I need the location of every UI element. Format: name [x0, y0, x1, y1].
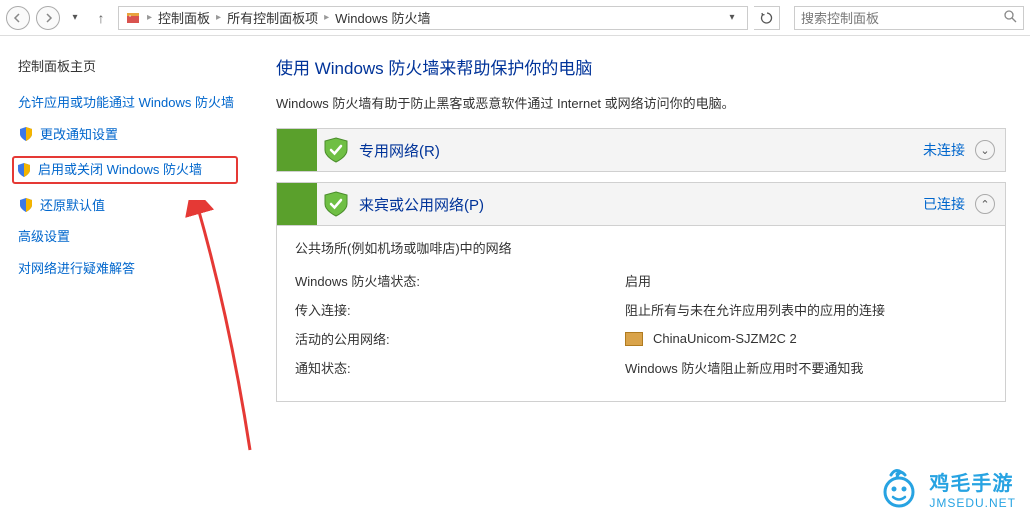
panel-title: 来宾或公用网络(P) — [359, 194, 923, 215]
breadcrumb-item[interactable]: 所有控制面板项 — [227, 8, 318, 27]
panel-public-body: 公共场所(例如机场或咖啡店)中的网络 Windows 防火墙状态: 启用 传入连… — [276, 226, 1006, 402]
chevron-up-icon[interactable]: ⌃ — [975, 194, 995, 214]
panel-stripe — [277, 129, 317, 171]
row-incoming: 传入连接: 阻止所有与未在允许应用列表中的应用的连接 — [295, 300, 987, 319]
panel-status: 未连接 — [923, 140, 965, 160]
page-description: Windows 防火墙有助于防止黑客或恶意软件通过 Internet 或网络访问… — [276, 93, 1006, 112]
sidebar-link-change-notifications[interactable]: 更改通知设置 — [18, 125, 234, 145]
panel-public-network[interactable]: 来宾或公用网络(P) 已连接 ⌃ — [276, 182, 1006, 226]
address-bar: ▾ ↑ ▸ 控制面板 ▸ 所有控制面板项 ▸ Windows 防火墙 ▾ 搜索控… — [0, 0, 1030, 36]
panel-status: 已连接 — [923, 194, 965, 214]
sidebar-link-restore-defaults[interactable]: 还原默认值 — [18, 196, 234, 216]
row-active-network: 活动的公用网络: ChinaUnicom-SJZM2C 2 — [295, 329, 987, 348]
chevron-down-icon[interactable]: ⌄ — [975, 140, 995, 160]
page-heading: 使用 Windows 防火墙来帮助保护你的电脑 — [276, 54, 1006, 79]
watermark-text2: JMSEDU.NET — [929, 496, 1016, 510]
search-icon — [1004, 10, 1017, 26]
sidebar-link-troubleshoot[interactable]: 对网络进行疑难解答 — [18, 259, 234, 279]
shield-icon — [18, 197, 34, 213]
row-firewall-state: Windows 防火墙状态: 启用 — [295, 271, 987, 290]
main-content: 使用 Windows 防火墙来帮助保护你的电脑 Windows 防火墙有助于防止… — [248, 36, 1030, 518]
chevron-right-icon: ▸ — [214, 12, 223, 23]
refresh-button[interactable] — [754, 6, 780, 30]
back-button[interactable] — [6, 6, 30, 30]
watermark-text1: 鸡毛手游 — [929, 467, 1016, 496]
highlight-annotation: 启用或关闭 Windows 防火墙 — [12, 156, 238, 184]
breadcrumb-item[interactable]: 控制面板 — [158, 8, 210, 27]
search-placeholder: 搜索控制面板 — [801, 8, 879, 27]
path-dropdown[interactable]: ▾ — [723, 12, 741, 23]
chevron-right-icon: ▸ — [322, 12, 331, 23]
search-input[interactable]: 搜索控制面板 — [794, 6, 1024, 30]
breadcrumb-item[interactable]: Windows 防火墙 — [335, 8, 430, 27]
sidebar-link-allow-app[interactable]: 允许应用或功能通过 Windows 防火墙 — [18, 93, 234, 113]
sidebar: 控制面板主页 允许应用或功能通过 Windows 防火墙 更改通知设置 启用或关… — [0, 36, 248, 518]
chevron-right-icon: ▸ — [145, 12, 154, 23]
panel-private-network[interactable]: 专用网络(R) 未连接 ⌄ — [276, 128, 1006, 172]
panel-subtitle: 公共场所(例如机场或咖啡店)中的网络 — [295, 238, 987, 257]
forward-button[interactable] — [36, 6, 60, 30]
logo-icon — [877, 466, 921, 510]
firewall-icon — [125, 10, 141, 26]
up-button[interactable]: ↑ — [90, 7, 112, 29]
network-icon — [625, 332, 643, 346]
shield-check-icon — [323, 137, 349, 163]
sidebar-link-toggle-firewall[interactable]: 启用或关闭 Windows 防火墙 — [16, 160, 234, 180]
watermark-logo: 鸡毛手游 JMSEDU.NET — [877, 466, 1016, 510]
shield-check-icon — [323, 191, 349, 217]
row-notify-state: 通知状态: Windows 防火墙阻止新应用时不要通知我 — [295, 358, 987, 377]
panel-title: 专用网络(R) — [359, 140, 923, 161]
shield-icon — [18, 126, 34, 142]
panel-stripe — [277, 183, 317, 225]
sidebar-title: 控制面板主页 — [18, 56, 234, 75]
history-dropdown[interactable]: ▾ — [66, 12, 84, 23]
sidebar-link-advanced[interactable]: 高级设置 — [18, 227, 234, 247]
breadcrumb-bar[interactable]: ▸ 控制面板 ▸ 所有控制面板项 ▸ Windows 防火墙 ▾ — [118, 6, 748, 30]
shield-icon — [16, 162, 32, 178]
